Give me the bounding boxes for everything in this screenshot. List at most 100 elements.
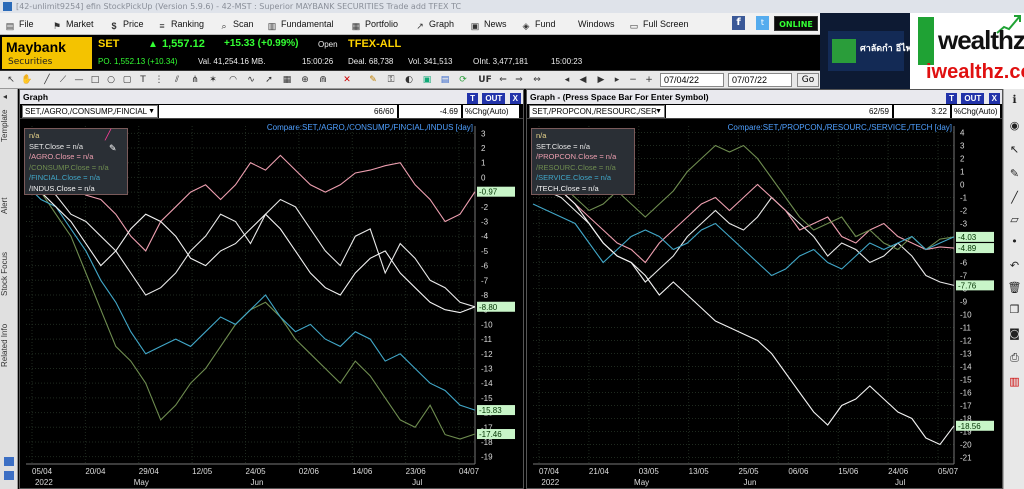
trash-icon[interactable]: 🗑: [1006, 279, 1023, 296]
line-icon[interactable]: ╱: [1006, 189, 1023, 206]
grid-icon[interactable]: ▦: [280, 73, 294, 87]
refresh-icon[interactable]: ⟳: [456, 73, 470, 87]
template-icon[interactable]: ▤: [438, 73, 452, 87]
lock-icon[interactable]: ⚿: [384, 73, 398, 87]
tab-alert[interactable]: Alert: [0, 193, 18, 219]
y-tick-label: -6: [960, 259, 968, 268]
pencil-icon[interactable]: ✎: [1006, 165, 1023, 182]
first-icon[interactable]: ◂: [560, 73, 574, 87]
magnet-icon[interactable]: ⋒: [316, 73, 330, 87]
menu-portfolio[interactable]: ▦ Portfolio: [350, 16, 398, 32]
zoom-in-icon[interactable]: +: [642, 73, 656, 87]
copy-icon[interactable]: ❐: [1006, 301, 1023, 318]
twitter-button[interactable]: t: [756, 16, 769, 30]
y-tick-label: -15: [481, 394, 493, 403]
menu-fullscreen[interactable]: ▭ Full Screen: [628, 16, 689, 32]
eraser-icon[interactable]: ▱: [1006, 211, 1023, 228]
scale-mode[interactable]: %Chg(Auto): [463, 105, 519, 118]
dot-icon[interactable]: •: [1006, 233, 1023, 250]
save-icon[interactable]: ▣: [420, 73, 434, 87]
line-icon[interactable]: ╱: [40, 73, 54, 87]
y-tick-label: -11: [481, 335, 493, 344]
tfex-label[interactable]: TFEX-ALL: [348, 38, 401, 50]
fit-icon[interactable]: ⇔: [530, 73, 544, 87]
undo-icon[interactable]: ↶: [1006, 257, 1023, 274]
last-icon[interactable]: ▸: [610, 73, 624, 87]
camera-icon[interactable]: ◙: [1006, 325, 1023, 342]
date-to-field[interactable]: [728, 73, 792, 87]
hand-icon[interactable]: ✋: [20, 73, 34, 87]
menu-fundamental[interactable]: ▥ Fundamental: [266, 16, 334, 32]
hline-icon[interactable]: —: [72, 73, 86, 87]
legend-fincial: /FINCIAL.Close = n/a: [29, 173, 101, 182]
menu-scan[interactable]: ⌕ Scan: [218, 16, 253, 32]
circle-icon[interactable]: ○: [104, 73, 118, 87]
percent-change: -4.69: [399, 105, 461, 118]
pen-icon: ╱: [105, 130, 112, 141]
fundamental-icon: ▥: [267, 21, 277, 31]
calendar-icon[interactable]: [4, 457, 14, 466]
symbol-select[interactable]: SET,/AGRO,/CONSUMP,/FINCIAL ▼: [22, 105, 158, 118]
fibonacci-icon[interactable]: ⋮: [152, 73, 166, 87]
value-label: -17.46: [479, 430, 502, 439]
ray-icon[interactable]: ⟋: [56, 73, 70, 87]
menu-news[interactable]: ▣ News: [469, 16, 507, 32]
x-tick-label: 05/04: [32, 467, 53, 476]
square-icon[interactable]: ▢: [120, 73, 134, 87]
ad-wealthz: wealthz: [938, 25, 1024, 55]
x-tick-label: 04/07: [459, 467, 480, 476]
print-icon[interactable]: ⎙: [1006, 349, 1023, 366]
menu-file[interactable]: ▤ File: [4, 16, 34, 32]
date-from-field[interactable]: [660, 73, 724, 87]
go-button[interactable]: Go: [797, 73, 819, 87]
symbol-select[interactable]: SET,/PROPCON,/RESOURC,/SER ▼: [529, 105, 665, 118]
prev-icon[interactable]: ◀: [576, 73, 590, 87]
cursor-icon[interactable]: ↖: [4, 73, 18, 87]
color-icon[interactable]: ◐: [402, 73, 416, 87]
ad-url: iwealthz.com: [926, 61, 1024, 83]
set-index-label[interactable]: SET: [98, 38, 119, 50]
tab-template[interactable]: Template: [0, 103, 18, 149]
wave-icon[interactable]: ∿: [244, 73, 258, 87]
y-tick-label: -7: [481, 276, 489, 285]
info-icon[interactable]: ℹ: [1006, 91, 1023, 108]
tab-related-info[interactable]: Related Info: [0, 317, 18, 373]
menu-market[interactable]: ⚑ Market: [51, 16, 94, 32]
gann-icon[interactable]: ✶: [206, 73, 220, 87]
chart-icon[interactable]: ▥: [1006, 373, 1023, 390]
tab-stock-focus[interactable]: Stock Focus: [0, 245, 18, 303]
cursor-icon[interactable]: ↖: [1006, 141, 1023, 158]
menu-price[interactable]: $ Price: [108, 16, 143, 32]
arrow-icon[interactable]: ➚: [262, 73, 276, 87]
save-icon[interactable]: [4, 471, 14, 480]
text-icon[interactable]: T: [136, 73, 150, 87]
menu-windows[interactable]: Windows: [578, 16, 615, 32]
menu-fund[interactable]: ◈ Fund: [520, 16, 556, 32]
menu-graph[interactable]: ↗ Graph: [414, 16, 454, 32]
scroll-right-icon[interactable]: ⇒: [512, 73, 526, 87]
legend-service: /SERVICE.Close = n/a: [536, 173, 612, 182]
series-line-consump: [25, 184, 476, 440]
uf-button[interactable]: UF: [476, 73, 494, 87]
pencil-icon[interactable]: ✎: [366, 73, 380, 87]
arc-icon[interactable]: ◠: [226, 73, 240, 87]
zoom-icon[interactable]: ⊕: [298, 73, 312, 87]
panel-title: Graph - (Press Space Bar For Enter Symbo…: [530, 92, 709, 102]
ad-banner[interactable]: ศาลัดกำ อีไพแนนซ์ wealthz iwealthz.com: [820, 13, 1024, 89]
tfex-deal: Deal. 68,738: [348, 57, 394, 66]
facebook-button[interactable]: f: [732, 16, 745, 30]
eye-icon[interactable]: ◉: [1006, 117, 1023, 134]
next-icon[interactable]: ▶: [594, 73, 608, 87]
value-label: -7.76: [958, 281, 977, 290]
panel-header: Graph T OUT X: [20, 90, 523, 105]
scroll-left-icon[interactable]: ⇐: [496, 73, 510, 87]
zoom-out-icon[interactable]: −: [626, 73, 640, 87]
x-tick-label: 03/05: [639, 467, 660, 476]
delete-icon[interactable]: ✕: [340, 73, 354, 87]
menu-ranking[interactable]: ≡ Ranking: [156, 16, 204, 32]
channel-icon[interactable]: ⫽: [170, 73, 184, 87]
pitchfork-icon[interactable]: ⋔: [188, 73, 202, 87]
collapse-icon[interactable]: ◂: [3, 92, 7, 101]
scale-mode[interactable]: %Chg(Auto): [952, 105, 1000, 118]
rectangle-icon[interactable]: □: [88, 73, 102, 87]
